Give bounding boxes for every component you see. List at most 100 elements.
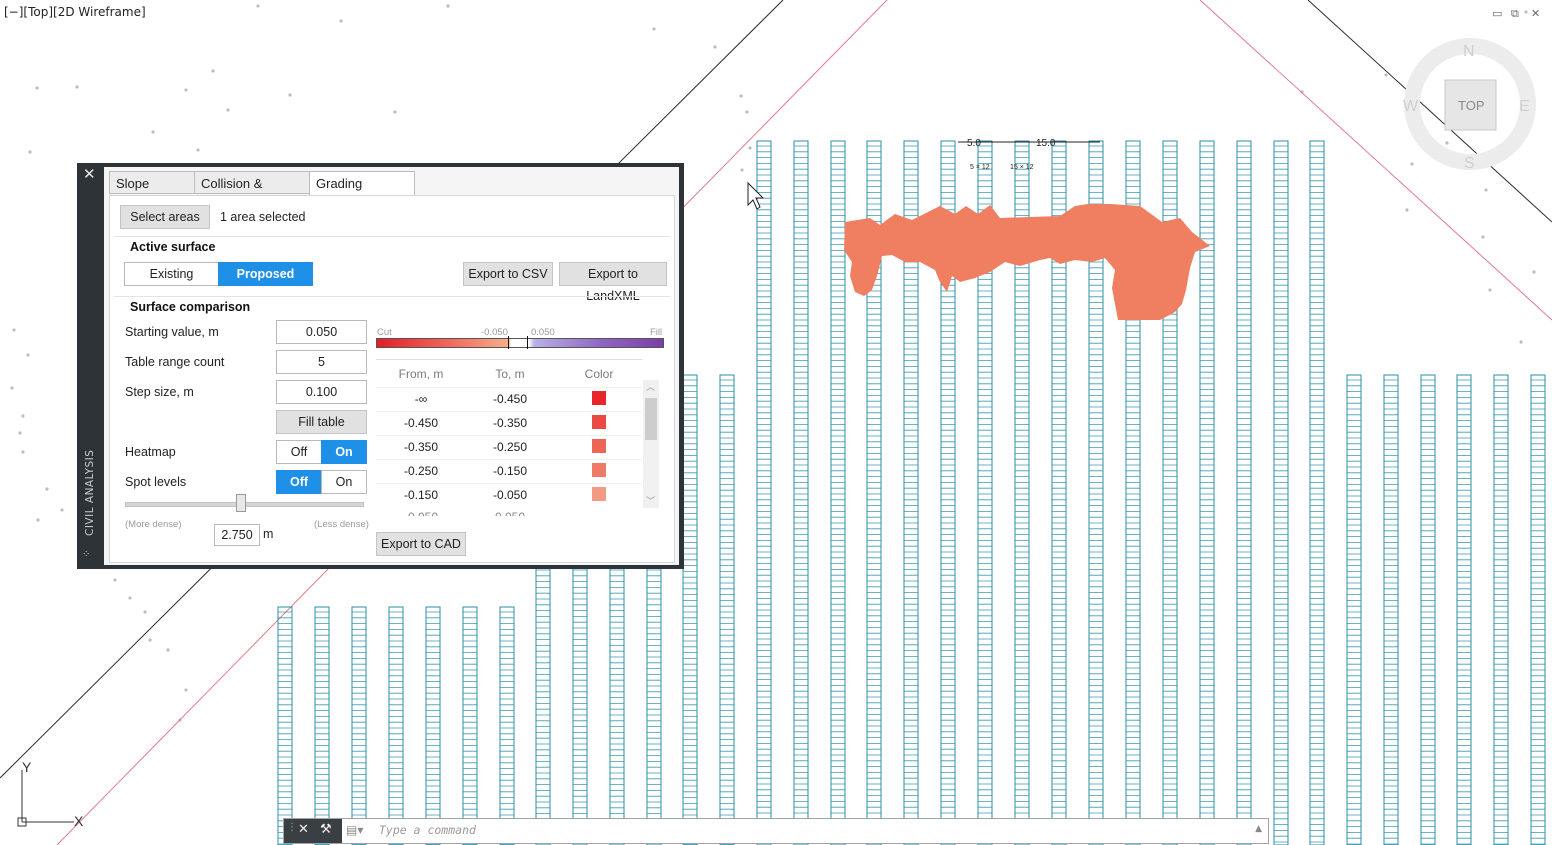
table-scrollbar[interactable]: ︿ ﹀ (643, 380, 659, 508)
table-row-partial-to: 0.050 (475, 510, 545, 516)
survey-point (151, 130, 155, 134)
restore-icon[interactable]: ⧉ (1511, 7, 1519, 21)
tab-slope-analysis[interactable]: Slope analysis (109, 171, 195, 214)
divider (376, 359, 642, 360)
grip-icon[interactable]: ⁘ (82, 549, 90, 560)
fill-table-button[interactable]: Fill table (276, 410, 367, 434)
table-cell-color-swatch[interactable] (592, 391, 606, 405)
col-header-color: Color (584, 367, 614, 381)
spot-levels-label: Spot levels (125, 475, 187, 489)
survey-point (211, 69, 215, 73)
viewport-label[interactable]: [−][Top][2D Wireframe] (4, 5, 146, 19)
panel-column (388, 606, 404, 845)
density-input[interactable]: 2.750 (214, 524, 260, 546)
survey-point (28, 150, 32, 154)
scroll-down-icon[interactable]: ﹀ (646, 494, 655, 507)
gradient-cut-label: Cut (377, 327, 392, 338)
tab-collision-grading[interactable]: Collision & Grading (194, 171, 310, 214)
survey-point (10, 386, 14, 390)
survey-point (21, 414, 25, 418)
starting-value-label: Starting value, m (125, 325, 219, 339)
command-line: ⋮ ✕ ⚒ ▤▾ Type a command ▲ (283, 818, 1269, 844)
active-surface-heading: Active surface (130, 240, 216, 254)
dim-text-2: 15.0 (1036, 138, 1056, 149)
table-cell-to[interactable]: -0.150 (475, 464, 545, 478)
panel-column (1456, 374, 1472, 845)
table-cell-from[interactable]: -0.350 (386, 440, 456, 454)
table-cell-color-swatch[interactable] (592, 415, 606, 429)
range-count-input[interactable]: 5 (276, 350, 367, 374)
compass-w: W (1403, 98, 1419, 115)
survey-point (60, 508, 64, 512)
spot-levels-off-toggle[interactable]: Off (276, 470, 322, 494)
survey-point (184, 88, 188, 92)
table-row-divider (376, 483, 642, 484)
survey-point (713, 45, 717, 49)
close-icon[interactable]: ✕ (298, 822, 309, 837)
compass-e: E (1519, 98, 1530, 115)
export-csv-button[interactable]: Export to CSV (463, 262, 553, 286)
density-slider-thumb[interactable] (236, 494, 247, 512)
heatmap-off-toggle[interactable]: Off (276, 440, 322, 464)
heatmap-label: Heatmap (125, 445, 176, 459)
gradient-marker-neg[interactable] (508, 336, 509, 349)
divider (114, 236, 670, 237)
step-size-input[interactable]: 0.100 (276, 380, 367, 404)
expand-icon[interactable]: ▲ (1255, 824, 1262, 834)
survey-point (226, 108, 230, 112)
table-cell-color-swatch[interactable] (592, 463, 606, 477)
table-cell-from[interactable]: -0.450 (386, 416, 456, 430)
select-areas-button[interactable]: Select areas (120, 205, 210, 229)
heatmap-on-toggle[interactable]: On (321, 440, 367, 464)
table-cell-to[interactable]: -0.350 (475, 416, 545, 430)
panel-column (646, 564, 662, 845)
table-cell-color-swatch[interactable] (592, 439, 606, 453)
close-viewport-icon[interactable]: ✕ (1531, 7, 1540, 20)
spot-levels-on-toggle[interactable]: On (321, 470, 367, 494)
survey-point (166, 648, 170, 652)
divider (114, 296, 670, 297)
table-cell-from[interactable]: -0.150 (386, 488, 456, 502)
gradient-fill-label: Fill (650, 327, 663, 338)
gradient-marker-pos[interactable] (527, 336, 528, 349)
ucs-y: Y (22, 759, 32, 775)
dim-text-1: 5.0 (967, 138, 981, 149)
grip-icon[interactable]: ⋮ (287, 822, 297, 833)
tab-grading-heatmap[interactable]: Grading heatmap (309, 171, 415, 214)
black-boundary-line-right (1307, 0, 1552, 223)
survey-point (1484, 188, 1488, 192)
survey-point (21, 450, 25, 454)
minimize-icon[interactable]: ▭ (1492, 7, 1502, 20)
panel-column (535, 564, 551, 845)
color-gradient-bar[interactable] (376, 338, 664, 348)
export-cad-button[interactable]: Export to CAD (376, 532, 466, 556)
starting-value-input[interactable]: 0.050 (276, 320, 367, 344)
existing-surface-toggle[interactable]: Existing (124, 262, 219, 286)
wrench-icon[interactable]: ⚒ (320, 822, 332, 837)
command-history-icon[interactable]: ▤▾ (346, 823, 363, 837)
survey-point (1481, 235, 1485, 239)
survey-point (148, 638, 152, 642)
table-cell-from[interactable]: -∞ (386, 392, 456, 406)
close-icon[interactable]: ✕ (83, 165, 96, 183)
selection-status: 1 area selected (220, 210, 306, 224)
palette-body: Slope analysis Collision & Grading Gradi… (104, 167, 679, 565)
table-cell-color-swatch[interactable] (592, 487, 606, 501)
scroll-up-icon[interactable]: ︿ (646, 380, 655, 393)
table-cell-to[interactable]: -0.450 (475, 392, 545, 406)
table-cell-to[interactable]: -0.250 (475, 440, 545, 454)
survey-point (339, 19, 343, 23)
survey-point (1524, 10, 1528, 14)
table-cell-to[interactable]: -0.050 (475, 488, 545, 502)
table-cell-from[interactable]: -0.250 (386, 464, 456, 478)
survey-point (128, 596, 132, 600)
ucs-x: X (74, 813, 84, 829)
proposed-surface-toggle[interactable]: Proposed (218, 262, 313, 286)
survey-point (652, 27, 656, 31)
survey-point (35, 86, 39, 90)
export-landxml-button[interactable]: Export to LandXML (559, 262, 667, 303)
scroll-thumb[interactable] (645, 398, 657, 440)
viewcube[interactable]: TOP N S E W (1403, 38, 1536, 172)
viewcube-top-face: TOP (1458, 98, 1485, 113)
command-input[interactable]: Type a command (379, 823, 476, 837)
